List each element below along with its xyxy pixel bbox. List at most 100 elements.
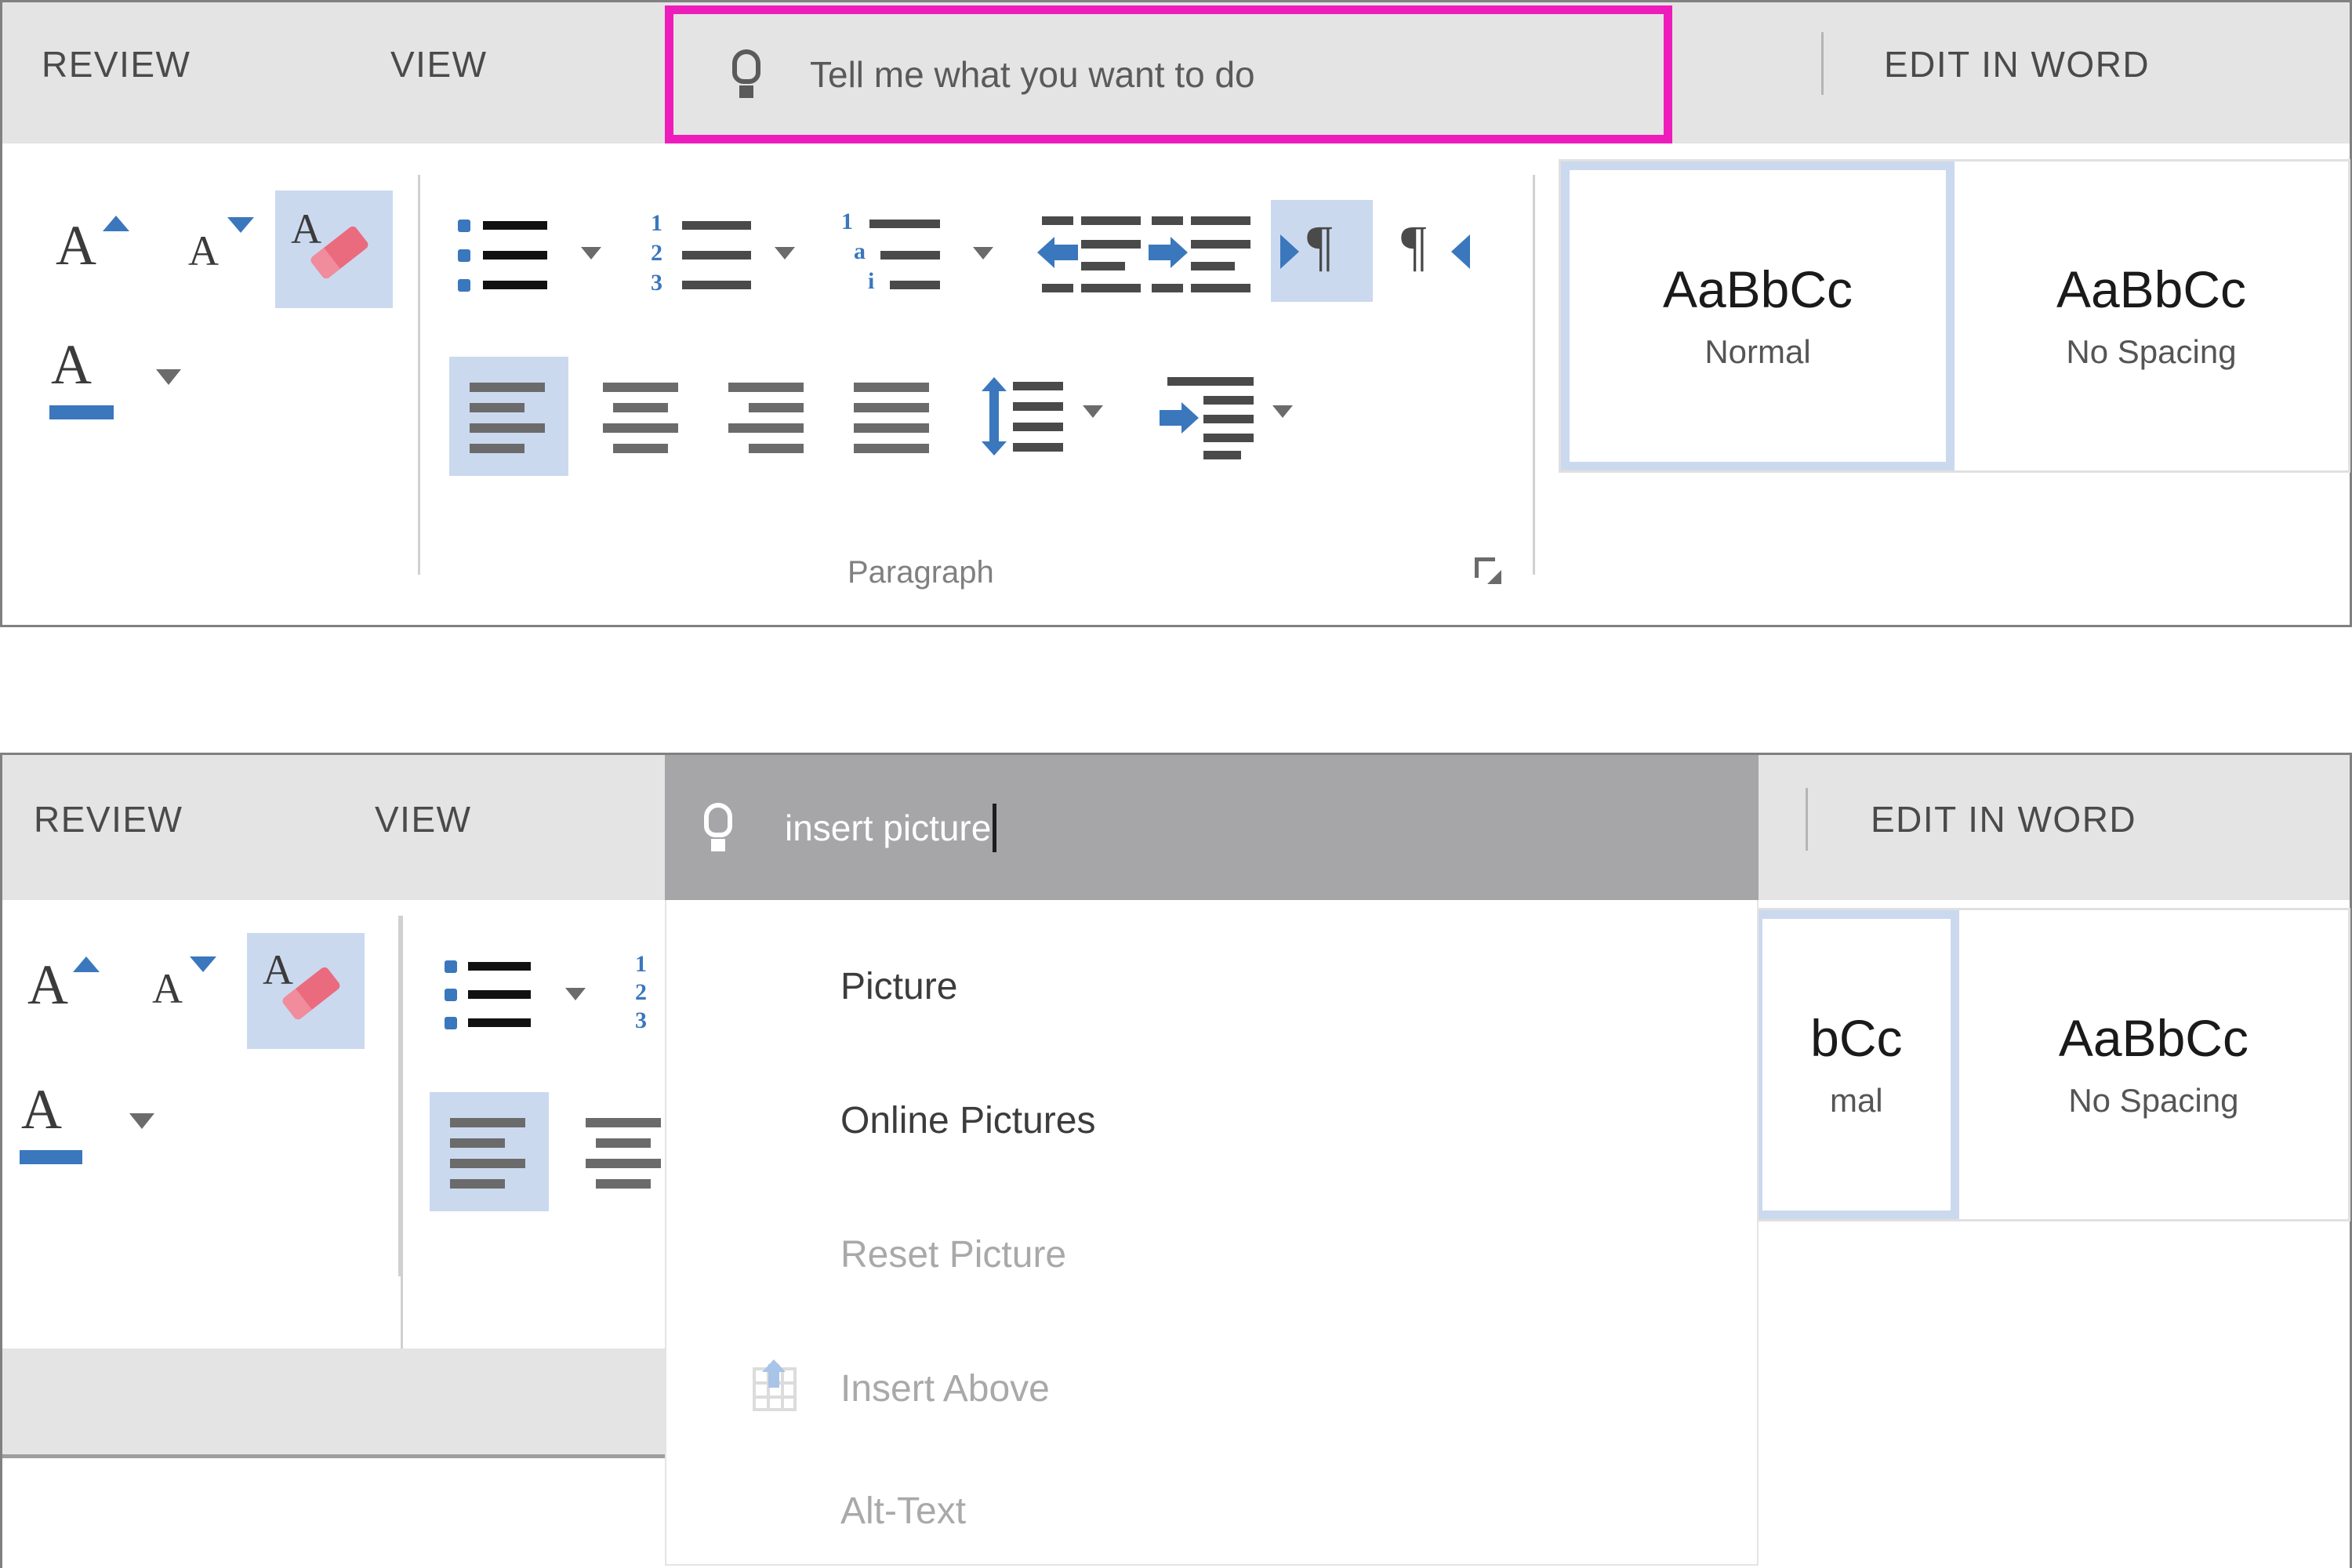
bullet-list-icon	[453, 209, 555, 295]
style-name: mal	[1829, 1082, 1883, 1119]
bottom-ribbon-tab-strip: REVIEW VIEW insert picture EDIT IN WORD	[2, 755, 2350, 900]
triangle-up-icon	[103, 216, 129, 231]
lightbulb-icon	[728, 49, 764, 100]
text-cursor	[993, 803, 997, 852]
top-ribbon-panel: REVIEW VIEW Tell me what you want to do …	[0, 0, 2352, 627]
font-group-separator	[418, 175, 420, 575]
grow-font-letter: A	[27, 953, 68, 1016]
tell-me-search-input[interactable]: insert picture	[665, 755, 1759, 900]
font-color-swatch	[49, 405, 114, 419]
style-name: Normal	[1704, 333, 1811, 370]
menu-item-label: Online Pictures	[840, 1099, 1096, 1142]
shrink-font-button[interactable]: A	[140, 939, 238, 1037]
decrease-indent-icon	[1037, 212, 1143, 294]
menu-item-label: Picture	[840, 965, 958, 1007]
menu-item-label: Insert Above	[840, 1367, 1050, 1410]
bullets-chevron-down-icon[interactable]	[565, 988, 586, 1000]
numbering-button[interactable]: 1 2 3	[649, 205, 755, 299]
bottom-ribbon-panel: REVIEW VIEW insert picture EDIT IN WORD …	[0, 753, 2352, 1568]
screenshot-root: REVIEW VIEW Tell me what you want to do …	[0, 0, 2352, 1568]
triangle-right-icon	[1280, 234, 1299, 269]
shrink-font-letter: A	[188, 227, 219, 274]
increase-indent-button[interactable]	[1147, 208, 1253, 298]
clear-formatting-button[interactable]: A	[275, 191, 393, 308]
indent-options-button[interactable]	[1147, 357, 1266, 476]
numbering-chevron-down-icon[interactable]	[775, 247, 795, 260]
menu-item-alt-text: Alt-Text	[666, 1456, 1757, 1566]
bullets-button[interactable]	[440, 947, 538, 1037]
shrink-font-letter: A	[152, 965, 183, 1012]
bullet-list-icon	[440, 951, 538, 1033]
tell-me-placeholder: Tell me what you want to do	[810, 54, 1255, 95]
paragraph-group-separator	[1533, 175, 1535, 575]
multilevel-chevron-down-icon[interactable]	[973, 247, 993, 260]
left-to-right-text-direction-button[interactable]: ¶	[1271, 200, 1373, 302]
ribbon-bottom-strip	[2, 1348, 665, 1458]
paragraph-group-label: Paragraph	[848, 555, 994, 590]
grow-font-button[interactable]: A	[42, 198, 143, 300]
decrease-indent-button[interactable]	[1037, 208, 1143, 298]
align-center-icon	[586, 1118, 664, 1189]
multilevel-list-button[interactable]: 1 a i	[841, 205, 959, 299]
table-insert-above-icon	[753, 1359, 797, 1411]
font-color-letter: A	[21, 1078, 62, 1141]
tab-separator	[1821, 32, 1824, 95]
shrink-font-button[interactable]: A	[171, 198, 273, 300]
font-color-chevron-down-icon[interactable]	[156, 369, 181, 385]
line-spacing-chevron-down-icon[interactable]	[1083, 405, 1103, 418]
style-sample-text: AaBbCc	[2056, 260, 2247, 318]
align-right-button[interactable]	[708, 357, 827, 476]
font-color-button[interactable]: A	[42, 332, 151, 441]
edit-in-word-button[interactable]: EDIT IN WORD	[1871, 798, 2136, 840]
menu-item-online-pictures[interactable]: Online Pictures	[666, 1054, 1757, 1187]
font-color-chevron-down-icon[interactable]	[129, 1113, 154, 1129]
style-normal[interactable]: AaBbCc Normal	[1561, 162, 1955, 470]
pilcrow-icon: ¶	[1307, 214, 1333, 277]
tab-review[interactable]: REVIEW	[34, 798, 183, 840]
triangle-up-icon	[73, 956, 100, 972]
style-no-spacing[interactable]: AaBbCc No Spacing	[1955, 162, 2348, 470]
style-normal[interactable]: bCc mal	[1733, 910, 1959, 1219]
indent-chevron-down-icon[interactable]	[1272, 405, 1293, 418]
menu-item-insert-above: Insert Above	[666, 1322, 1757, 1455]
grow-font-letter: A	[56, 214, 96, 277]
align-right-icon	[728, 383, 807, 453]
tab-view[interactable]: VIEW	[375, 798, 472, 840]
tell-me-results-dropdown: Picture Online Pictures Reset Picture In…	[665, 900, 1759, 1566]
style-no-spacing[interactable]: AaBbCc No Spacing	[1958, 910, 2348, 1219]
line-spacing-button[interactable]	[957, 357, 1075, 476]
tab-separator	[1806, 788, 1808, 851]
multilevel-list-icon: 1 a i	[841, 209, 959, 295]
align-center-icon	[603, 383, 681, 453]
right-to-left-text-direction-button[interactable]: ¶	[1390, 200, 1492, 302]
triangle-down-icon	[190, 956, 216, 972]
tab-view[interactable]: VIEW	[390, 43, 488, 85]
increase-indent-icon	[1147, 212, 1253, 294]
indent-icon	[1160, 377, 1254, 459]
menu-item-picture[interactable]: Picture	[666, 920, 1757, 1053]
clear-formatting-letter: A	[291, 205, 321, 252]
edit-in-word-button[interactable]: EDIT IN WORD	[1884, 43, 2150, 85]
lightbulb-icon	[700, 802, 736, 853]
clear-formatting-letter: A	[263, 946, 293, 993]
style-sample-text: AaBbCc	[1662, 260, 1853, 318]
styles-gallery: bCc mal AaBbCc No Spacing	[1731, 908, 2350, 1221]
top-ribbon-body: A A A A 1 2 3 1 a i ¶ ¶ Paragraph AaBbCc…	[2, 143, 2350, 625]
tell-me-highlight-box[interactable]: Tell me what you want to do	[665, 5, 1672, 143]
menu-item-label: Reset Picture	[840, 1233, 1067, 1276]
grow-font-button[interactable]: A	[16, 939, 114, 1037]
align-center-button[interactable]	[583, 357, 702, 476]
align-left-button[interactable]	[449, 357, 568, 476]
bullets-button[interactable]	[453, 205, 555, 299]
align-left-button[interactable]	[430, 1092, 549, 1211]
triangle-down-icon	[227, 217, 254, 233]
menu-item-label: Alt-Text	[840, 1490, 967, 1532]
numbered-list-icon: 1 2 3	[649, 209, 755, 295]
bullets-chevron-down-icon[interactable]	[581, 247, 601, 260]
font-color-button[interactable]: A	[12, 1076, 122, 1186]
clear-formatting-button[interactable]: A	[247, 933, 365, 1049]
paragraph-dialog-launcher[interactable]	[1475, 557, 1501, 584]
font-color-swatch	[20, 1150, 82, 1164]
justify-button[interactable]	[833, 357, 953, 476]
tab-review[interactable]: REVIEW	[42, 43, 191, 85]
